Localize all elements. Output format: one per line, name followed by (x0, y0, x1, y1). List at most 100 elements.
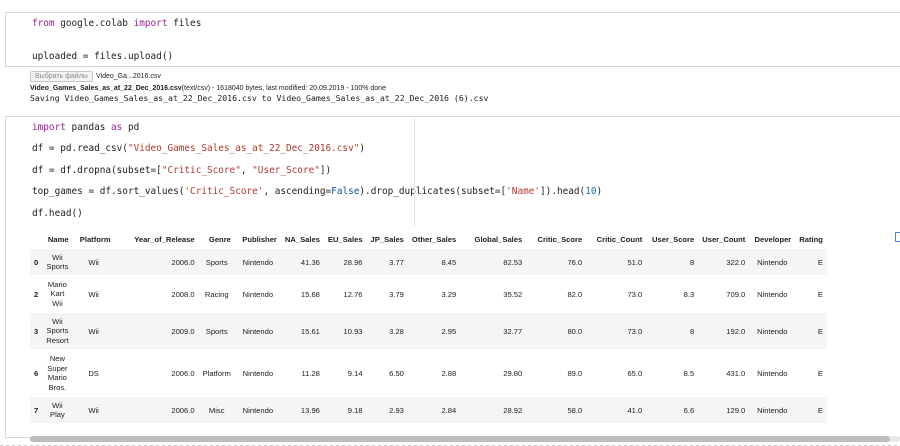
table-cell-critic-count: 73.0 (627, 326, 643, 336)
scrollbar-thumb[interactable] (30, 436, 890, 442)
code-line-top-games[interactable]: top_games = df.sort_values('Critic_Score… (32, 186, 602, 198)
table-cell-platform: Wii (88, 257, 99, 267)
table-cell-other: 8.45 (441, 257, 457, 267)
table-cell-na: 11.28 (301, 368, 320, 378)
column-header: Publisher (242, 234, 277, 244)
table-cell-idx: 0 (34, 257, 39, 267)
uploaded-file-name: Video_Games_Sales_as_at_22_Dec_2016.csv (30, 85, 182, 92)
code-line-import-pandas[interactable]: import pandas as pd (32, 122, 139, 134)
table-cell-genre: Sports (205, 257, 228, 267)
table-cell-user-count: 709.0 (726, 289, 746, 299)
table-cell-global: 29.80 (503, 368, 523, 378)
table-cell-rating: E (817, 326, 823, 336)
import-target: files (167, 18, 202, 29)
code-line-import-files[interactable]: from google.colab import files (32, 18, 201, 30)
table-cell-critic-score: 82.0 (567, 289, 583, 299)
column-header: Other_Sales (411, 234, 457, 244)
table-cell-eu: 10.93 (343, 326, 363, 336)
column-header: Genre (208, 234, 231, 244)
table-cell-na: 15.68 (300, 289, 320, 299)
table-cell-user-count: 431.0 (726, 368, 746, 378)
table-cell-publisher: Nintendo (242, 368, 274, 378)
table-cell-year: 2006.0 (171, 405, 195, 415)
code-text: ]) (319, 165, 332, 176)
table-cell-genre: Misc (208, 405, 225, 415)
code-line-upload[interactable]: uploaded = files.upload() (32, 51, 173, 63)
table-cell-platform: DS (88, 368, 99, 378)
string-literal: 'Name' (506, 186, 541, 197)
table-cell-developer: Nintendo (757, 368, 788, 378)
table-cell-idx: 7 (34, 405, 39, 415)
table-cell-jp: 2.93 (389, 405, 404, 415)
table-cell-publisher: Nintendo (242, 257, 274, 267)
code-text: df = df.dropna(subset=[ (32, 165, 162, 176)
table-cell-publisher: Nintendo (242, 405, 274, 415)
table-cell-user-count: 192.0 (726, 326, 746, 336)
table-row: 0 Wii Sports Wii 2006.0 Sports Nintendo 41.36 2… (30, 249, 827, 275)
table-cell-critic-count: 41.0 (627, 405, 643, 415)
choose-files-button[interactable]: Выбрать файлы (30, 71, 93, 82)
table-cell-genre: Racing (204, 289, 229, 299)
code-line-read-csv[interactable]: df = pd.read_csv("Video_Games_Sales_as_a… (32, 143, 365, 155)
code-text: ).drop_duplicates(subset=[ (359, 186, 507, 197)
table-cell-critic-count: 73.0 (627, 289, 643, 299)
table-body: 0 Wii Sports Wii 2006.0 Sports Nintendo 41.36 2… (30, 249, 827, 423)
table-cell-rating: E (817, 289, 823, 299)
horizontal-scrollbar[interactable] (30, 436, 900, 442)
table-cell-eu: 12.76 (343, 289, 363, 299)
table-cell-rating: E (817, 405, 823, 415)
table-cell-year: 2009.0 (171, 326, 195, 336)
alias-name: pd (122, 122, 140, 133)
code-line-head[interactable]: df.head() (32, 208, 83, 220)
table-header-row: Name Platform Year_of_Release Genre Publishe… (30, 229, 827, 249)
code-text: df = pd.read_csv( (32, 143, 128, 154)
table-cell-na: 13.96 (300, 405, 320, 415)
code-text: , (240, 165, 253, 176)
table-cell-user-score: 6.6 (683, 405, 695, 415)
table-cell-jp: 3.79 (389, 289, 404, 299)
table-cell-platform: Wii (88, 289, 99, 299)
table-cell-user-count: 322.0 (726, 257, 746, 267)
chosen-file-label: Video_Ga...2016.csv (96, 73, 161, 80)
table-cell-jp: 3.77 (389, 257, 404, 267)
table-cell-platform: Wii (88, 326, 99, 336)
code-text: top_games = df.sort_values( (32, 186, 185, 197)
table-cell-user-score: 8 (690, 257, 695, 267)
code-cell-upload[interactable]: from google.colab import files uploaded … (5, 12, 900, 67)
column-header: Platform (79, 234, 111, 244)
table-cell-eu: 9.18 (347, 405, 363, 415)
string-literal: "Critic_Score" (161, 165, 241, 176)
column-header: User_Score (652, 234, 695, 244)
editor-column-guide (414, 118, 415, 226)
number-literal: 10 (585, 186, 597, 197)
column-header: EU_Sales (327, 234, 363, 244)
table-cell-idx: 2 (34, 289, 39, 299)
table-cell-critic-score: 89.0 (567, 368, 583, 378)
string-literal: 'Critic_Score' (184, 186, 264, 197)
boolean-literal: False (331, 186, 360, 197)
table-cell-user-score: 8.5 (683, 368, 695, 378)
table-cell-na: 41.36 (300, 257, 320, 267)
table-cell-eu: 9.14 (347, 368, 363, 378)
table-cell-other: 3.29 (441, 289, 457, 299)
column-header: Name (47, 234, 69, 244)
table-cell-other: 2.95 (441, 326, 457, 336)
table-row: 3 Wii Sports Resort Wii 2009.0 Sports Nintend… (30, 313, 827, 349)
keyword-from: from (32, 18, 55, 29)
table-cell-other: 2.84 (441, 405, 457, 415)
code-line-dropna[interactable]: df = df.dropna(subset=["Critic_Score", "… (32, 165, 331, 177)
module-name: google.colab (54, 18, 134, 29)
column-header: Critic_Score (537, 234, 583, 244)
table-cell-jp: 6.50 (389, 368, 404, 378)
column-header: Global_Sales (474, 234, 523, 244)
table-cell-publisher: Nintendo (242, 289, 274, 299)
table-row: 2 Mario Kart Wii Wii 2008.0 Racing Nintendo 15… (30, 275, 827, 313)
table-cell-platform: Wii (88, 405, 99, 415)
table-cell-name: Wii Sports (46, 252, 69, 272)
dataframe-output: Name Platform Year_of_Release Genre Publishe… (30, 229, 900, 426)
dataframe-table: Name Platform Year_of_Release Genre Publishe… (30, 229, 827, 423)
code-text: , ascending= (263, 186, 332, 197)
table-view-icon[interactable] (895, 232, 900, 242)
table-cell-na: 15.61 (300, 326, 320, 336)
table-cell-developer: Nintendo (757, 326, 788, 336)
